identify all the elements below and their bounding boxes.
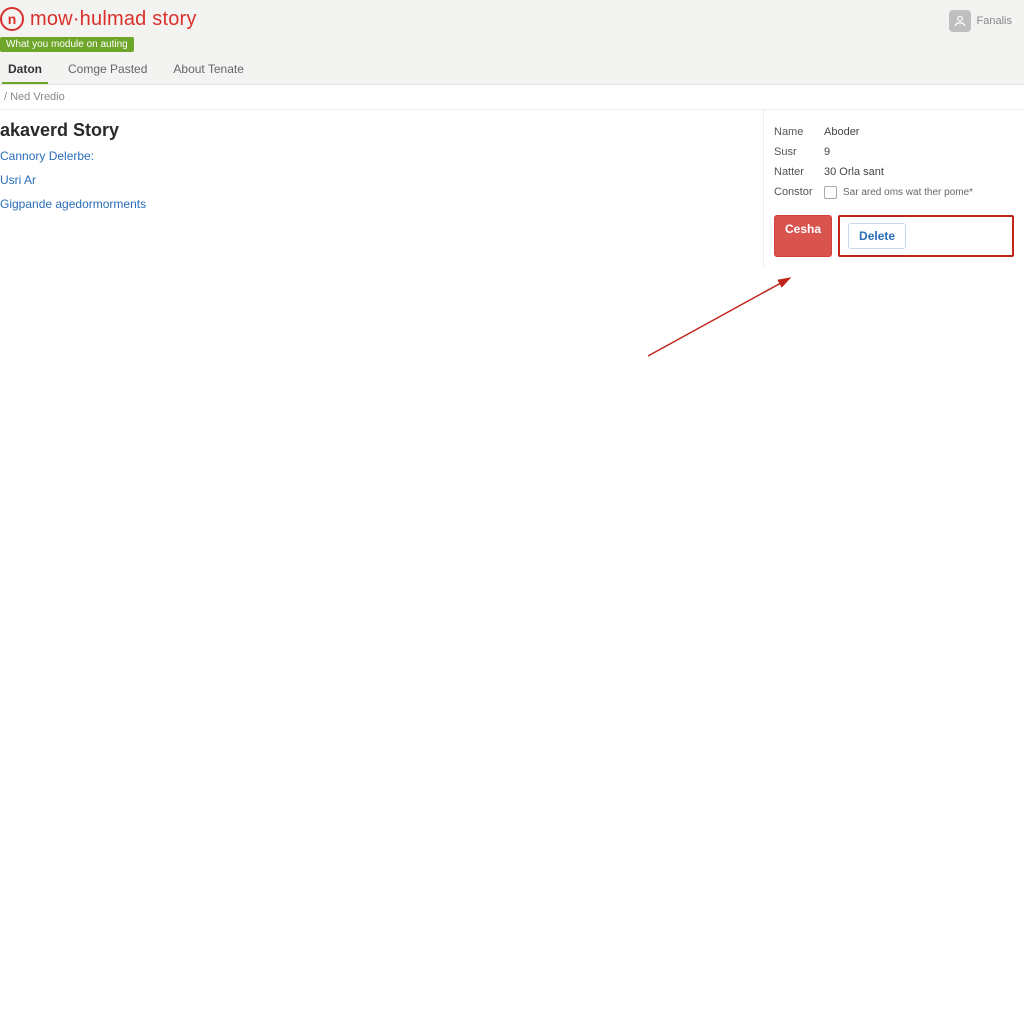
user-name: Fanalis: [977, 15, 1012, 27]
tab-about-tenate[interactable]: About Tenate: [167, 58, 250, 84]
field-natter-value: 30 Orla sant: [824, 166, 1014, 178]
delete-button[interactable]: Delete: [848, 223, 906, 249]
field-name-label: Name: [774, 126, 824, 138]
brand-text: mow·hulmad story: [30, 8, 197, 31]
field-name-value: Aboder: [824, 126, 1014, 138]
link-usri-ar[interactable]: Usri Ar: [0, 173, 751, 187]
tab-comge-pasted[interactable]: Comge Pasted: [62, 58, 153, 84]
field-natter: Natter 30 Orla sant: [774, 162, 1014, 182]
link-gigpande[interactable]: Gigpande agedormorments: [0, 197, 751, 211]
header-user-area[interactable]: Fanalis: [949, 10, 1012, 32]
breadcrumb: / Ned Vredio: [0, 85, 1024, 110]
field-susr-value: 9: [824, 146, 1014, 158]
notice-banner: What you module on auting: [0, 37, 134, 52]
user-icon: [953, 14, 967, 28]
tab-bar: Daton Comge Pasted About Tenate: [0, 58, 1016, 84]
tab-daton[interactable]: Daton: [2, 58, 48, 84]
field-name: Name Aboder: [774, 122, 1014, 142]
app-header: n mow·hulmad story What you module on au…: [0, 0, 1024, 85]
link-list: Cannory Delerbe: Usri Ar Gigpande agedor…: [0, 149, 751, 211]
avatar[interactable]: [949, 10, 971, 32]
page-title: akaverd Story: [0, 120, 751, 141]
field-natter-label: Natter: [774, 166, 824, 178]
brand: n mow·hulmad story: [0, 5, 1016, 35]
logo-icon: n: [0, 7, 24, 31]
constor-checkbox-label: Sar ared oms wat ther pome*: [843, 187, 973, 198]
link-cannory-delerbe[interactable]: Cannory Delerbe:: [0, 149, 751, 163]
field-constor-value: Sar ared oms wat ther pome*: [824, 186, 1014, 199]
cesha-button[interactable]: Cesha: [774, 215, 832, 257]
field-constor: Constor Sar ared oms wat ther pome*: [774, 182, 1014, 203]
main-content: akaverd Story Cannory Delerbe: Usri Ar G…: [0, 110, 763, 211]
page-body: akaverd Story Cannory Delerbe: Usri Ar G…: [0, 110, 1024, 267]
constor-checkbox[interactable]: [824, 186, 837, 199]
field-susr: Susr 9: [774, 142, 1014, 162]
field-constor-label: Constor: [774, 186, 824, 198]
delete-highlight-box: Delete: [838, 215, 1014, 257]
details-panel: Name Aboder Susr 9 Natter 30 Orla sant C…: [763, 110, 1024, 267]
panel-actions: Cesha Delete: [774, 215, 1014, 257]
field-susr-label: Susr: [774, 146, 824, 158]
